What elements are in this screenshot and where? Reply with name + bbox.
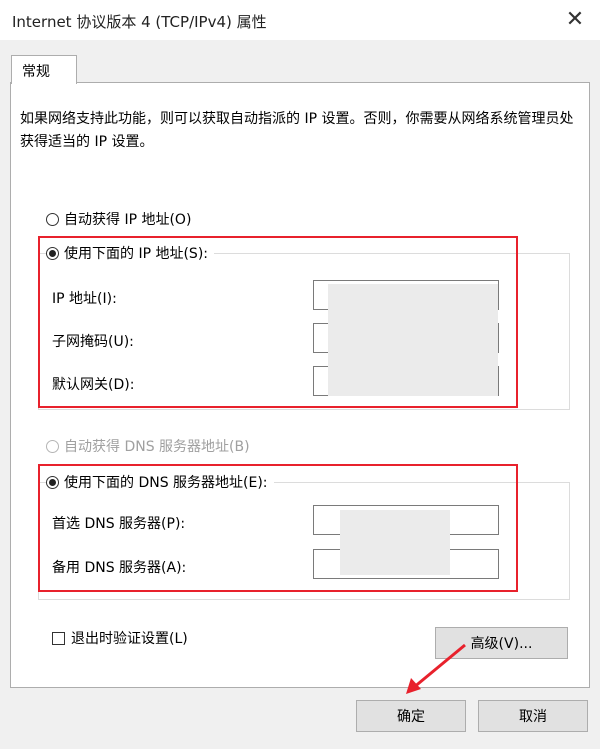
auto-dns-radio[interactable]: 自动获得 DNS 服务器地址(B) bbox=[46, 436, 250, 456]
subnet-label: 子网掩码(U): bbox=[52, 334, 134, 350]
ok-button[interactable]: 确定 bbox=[356, 700, 466, 732]
gateway-label: 默认网关(D): bbox=[52, 377, 135, 393]
auto-dns-label: 自动获得 DNS 服务器地址(B) bbox=[64, 439, 250, 455]
radio-selected-icon bbox=[46, 246, 59, 260]
validate-checkbox[interactable]: 退出时验证设置(L) bbox=[52, 628, 188, 648]
tab-general[interactable]: 常规 bbox=[11, 55, 77, 84]
preferred-dns-label: 首选 DNS 服务器(P): bbox=[52, 516, 186, 532]
manual-dns-label: 使用下面的 DNS 服务器地址(E): bbox=[64, 475, 268, 491]
checkbox-icon bbox=[52, 631, 65, 645]
manual-ip-label: 使用下面的 IP 地址(S): bbox=[64, 246, 208, 262]
radio-icon bbox=[46, 439, 59, 453]
ip-address-label: IP 地址(I): bbox=[52, 291, 117, 307]
dns-group-box bbox=[38, 482, 570, 600]
radio-icon bbox=[46, 212, 59, 226]
advanced-button[interactable]: 高级(V)... bbox=[435, 627, 568, 659]
auto-ip-radio[interactable]: 自动获得 IP 地址(O) bbox=[46, 209, 191, 229]
description-text: 如果网络支持此功能，则可以获取自动指派的 IP 设置。否则，你需要从网络系统管理… bbox=[20, 111, 574, 150]
auto-ip-label: 自动获得 IP 地址(O) bbox=[64, 212, 192, 228]
radio-selected-icon bbox=[46, 475, 59, 489]
redaction-blur bbox=[340, 510, 450, 575]
close-button[interactable]: ✕ bbox=[560, 4, 590, 34]
close-icon: ✕ bbox=[565, 6, 585, 32]
window-title: Internet 协议版本 4 (TCP/IPv4) 属性 bbox=[12, 13, 267, 31]
manual-ip-radio[interactable]: 使用下面的 IP 地址(S): bbox=[46, 243, 214, 263]
title-bar: Internet 协议版本 4 (TCP/IPv4) 属性 ✕ bbox=[0, 0, 600, 40]
validate-label: 退出时验证设置(L) bbox=[71, 631, 188, 647]
cancel-button[interactable]: 取消 bbox=[478, 700, 588, 732]
manual-dns-radio[interactable]: 使用下面的 DNS 服务器地址(E): bbox=[46, 472, 274, 492]
alternate-dns-label: 备用 DNS 服务器(A): bbox=[52, 560, 187, 576]
redaction-blur bbox=[328, 284, 498, 396]
tab-general-label: 常规 bbox=[22, 64, 50, 80]
